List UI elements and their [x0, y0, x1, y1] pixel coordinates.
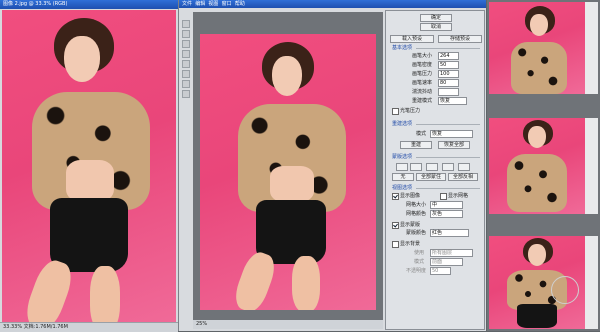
mesh-color-select[interactable]: 灰色: [430, 210, 463, 218]
section-view: 视图选项: [392, 185, 413, 191]
tool-column: [181, 20, 191, 110]
thumbnail-3[interactable]: [489, 236, 585, 329]
left-image-window[interactable]: 图像 2.jpg @ 33.3% (RGB) 33.33% 文档:1.76M/1…: [0, 0, 179, 332]
mask-subtract-icon[interactable]: [426, 163, 438, 171]
lasso-tool-icon[interactable]: [182, 40, 190, 48]
marquee-tool-icon[interactable]: [182, 30, 190, 38]
field-reconstruct-mode[interactable]: 恢复: [438, 97, 467, 105]
show-mask-checkbox[interactable]: [392, 222, 399, 229]
field-brush-density[interactable]: 50: [438, 61, 459, 69]
left-status-text: 33.33% 文档:1.76M/1.76M: [3, 324, 68, 330]
opacity-label: 不透明度: [406, 268, 427, 274]
opacity-field[interactable]: 50: [430, 267, 451, 275]
crop-tool-icon[interactable]: [182, 50, 190, 58]
mask-add-icon[interactable]: [410, 163, 422, 171]
brush-tool-icon[interactable]: [182, 60, 190, 68]
backdrop-mode-label: 模式: [414, 259, 425, 265]
use-label: 使用: [414, 250, 425, 256]
thumbnail-1-margin: [585, 2, 598, 94]
move-tool-icon[interactable]: [182, 20, 190, 28]
field-label-turbulent: 湍流抖动: [412, 89, 433, 95]
dialog-titlebar[interactable]: 文件 编辑 视图 窗口 帮助: [179, 0, 486, 8]
thumbnail-2[interactable]: [489, 118, 585, 214]
show-image-checkbox[interactable]: [392, 193, 399, 200]
show-mesh-label: 显示网格: [448, 193, 469, 199]
cancel-button[interactable]: 取消: [420, 23, 452, 31]
brush-cursor-icon: [551, 276, 579, 304]
mesh-size-label: 网格大小: [406, 202, 427, 208]
dialog-status-bar: 25%: [193, 320, 383, 329]
thumbnail-column: [487, 0, 600, 331]
mesh-color-label: 网格颜色: [406, 211, 427, 217]
ok-button[interactable]: 确定: [420, 14, 452, 22]
mask-intersect-icon[interactable]: [442, 163, 454, 171]
mask-color-select[interactable]: 红色: [430, 229, 469, 237]
load-preset-button[interactable]: 载入预设: [390, 35, 434, 43]
field-label-brush-pressure: 画笔压力: [412, 71, 433, 77]
field-brush-rate[interactable]: 80: [438, 79, 459, 87]
mode-select[interactable]: 恢复: [430, 130, 473, 138]
left-window-title: 图像 2.jpg @ 33.3% (RGB): [3, 1, 68, 7]
show-image-label: 显示图像: [400, 193, 421, 199]
menu-edit[interactable]: 编辑: [195, 1, 205, 7]
show-backdrop-checkbox[interactable]: [392, 241, 399, 248]
stylus-pressure-checkbox[interactable]: [392, 108, 399, 115]
show-mesh-checkbox[interactable]: [440, 193, 447, 200]
mask-invert-icon[interactable]: [458, 163, 470, 171]
use-select[interactable]: 所有图层: [430, 249, 473, 257]
hand-tool-icon[interactable]: [182, 90, 190, 98]
preview-workspace: [193, 12, 383, 320]
mask-none-button[interactable]: 无: [392, 173, 414, 181]
field-label-brush-density: 画笔密度: [412, 62, 433, 68]
thumbnail-3-margin: [585, 236, 598, 329]
mask-replace-icon[interactable]: [396, 163, 408, 171]
mesh-size-select[interactable]: 中: [430, 201, 463, 209]
show-mask-label: 显示蒙版: [400, 222, 421, 228]
mask-color-label: 蒙版颜色: [406, 230, 427, 236]
section-mask: 蒙版选项: [392, 154, 413, 160]
preview-photo[interactable]: [200, 34, 376, 310]
left-photo: [2, 10, 176, 322]
show-backdrop-label: 显示背景: [400, 241, 421, 247]
menu-file[interactable]: 文件: [182, 1, 192, 7]
field-brush-size[interactable]: 264: [438, 52, 459, 60]
restore-all-button[interactable]: 恢复全部: [438, 141, 470, 149]
field-brush-pressure[interactable]: 100: [438, 70, 459, 78]
liquify-dialog: 文件 编辑 视图 窗口 帮助 25% 确定 取消 载入预设 存储预设 基本选项 …: [179, 0, 486, 331]
thumbnail-1[interactable]: [489, 2, 585, 94]
menu-window[interactable]: 窗口: [222, 1, 232, 7]
eraser-tool-icon[interactable]: [182, 70, 190, 78]
field-label-brush-rate: 画笔速率: [412, 80, 433, 86]
invert-all-button[interactable]: 全部反相: [448, 173, 478, 181]
save-preset-button[interactable]: 存储预设: [438, 35, 482, 43]
reconstruct-button[interactable]: 重建: [400, 141, 432, 149]
menu-view[interactable]: 视图: [208, 1, 218, 7]
field-label-brush-size: 画笔大小: [412, 53, 433, 59]
zoom-level[interactable]: 25%: [196, 321, 207, 327]
options-panel: 确定 取消 载入预设 存储预设 基本选项 画笔大小 264 画笔密度 50 画笔…: [385, 10, 485, 330]
field-turbulent[interactable]: [438, 88, 459, 96]
backdrop-mode-select[interactable]: 前面: [430, 258, 463, 266]
zoom-tool-icon[interactable]: [182, 80, 190, 88]
section-reconstruct: 重建选项: [392, 121, 413, 127]
mask-all-button[interactable]: 全部蒙住: [416, 173, 446, 181]
left-window-titlebar[interactable]: 图像 2.jpg @ 33.3% (RGB): [0, 0, 178, 9]
field-label-reconstruct-mode: 重建模式: [412, 98, 433, 104]
stylus-pressure-label: 光笔压力: [400, 108, 421, 114]
menu-help[interactable]: 帮助: [235, 1, 245, 7]
mode-label: 模式: [416, 131, 427, 137]
thumbnail-2-margin: [585, 118, 598, 214]
section-basic: 基本选项: [392, 45, 413, 51]
